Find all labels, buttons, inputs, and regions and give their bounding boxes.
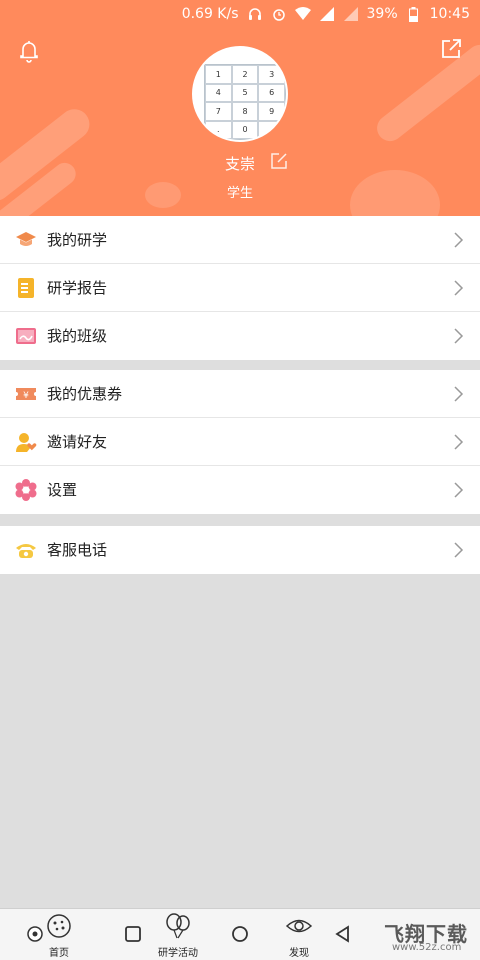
tab-study-activities[interactable]: 研学活动 [158,913,198,959]
headphones-icon [247,7,263,21]
menu-item-label: 邀请好友 [47,433,108,451]
tab-label: 发现 [289,948,309,959]
home-cookie-icon [46,913,72,943]
battery-icon [406,6,422,22]
class-icon [15,325,37,347]
signal-icon [343,7,359,21]
menu-item-my-study[interactable]: 我的研学 [0,216,480,264]
menu-group: ¥ 我的优惠券 邀请好友 设置 [0,370,480,514]
alarm-icon [271,7,287,21]
menu-item-invite-friends[interactable]: 邀请好友 [0,418,480,466]
share-icon[interactable] [438,36,464,62]
network-speed: 0.69 K/s [181,6,239,22]
edit-icon[interactable] [270,152,288,170]
menu-item-study-report[interactable]: 研学报告 [0,264,480,312]
clock: 10:45 [429,6,470,22]
menu-item-my-coupons[interactable]: ¥ 我的优惠券 [0,370,480,418]
assist-dot-icon[interactable] [26,925,44,943]
keypad-key: 3 [258,65,285,84]
keypad-key: 6 [258,83,285,102]
menu-item-label: 客服电话 [47,541,108,559]
user-role: 学生 [226,186,253,201]
avatar[interactable]: 1 2 3 4 5 6 7 8 9 . 0 [192,46,288,142]
menu-item-label: 我的研学 [47,231,108,249]
menu-item-my-class[interactable]: 我的班级 [0,312,480,360]
menu-item-label: 我的班级 [47,327,108,345]
status-bar: 0.69 K/s 39% 10:45 [0,0,480,28]
menu-item-label: 研学报告 [47,279,108,297]
keypad-key: 0 [231,120,259,139]
settings-flower-icon [15,479,37,501]
keypad-key: 9 [258,102,285,121]
menu-group: 客服电话 [0,526,480,574]
graduation-cap-icon [15,229,37,251]
bell-icon[interactable] [16,38,42,64]
report-icon [15,277,37,299]
invite-friend-icon [15,431,37,453]
recents-square-icon[interactable] [124,925,142,943]
back-triangle-icon[interactable] [334,925,352,943]
username: 支崇 [224,154,255,173]
battery-percent: 39% [366,6,398,22]
menu-item-customer-service[interactable]: 客服电话 [0,526,480,574]
watermark-url: www.52z.com [392,942,462,953]
menu-item-label: 我的优惠券 [47,385,123,403]
username-row: 支崇 [0,152,480,174]
chevron-right-icon [452,482,464,498]
keypad-key [258,120,285,139]
chevron-right-icon [452,542,464,558]
wifi-icon [294,7,311,21]
keypad-key: 7 [205,102,232,121]
chevron-right-icon [452,328,464,344]
tab-home[interactable]: 首页 [46,913,72,959]
phone-icon [15,539,37,561]
svg-text:¥: ¥ [23,391,29,401]
tab-label: 首页 [49,948,69,959]
avatar-keypad-image: 1 2 3 4 5 6 7 8 9 . 0 [204,64,286,140]
chevron-right-icon [452,386,464,402]
profile-header: 0.69 K/s 39% 10:45 1 2 3 4 5 6 7 8 9 . 0… [0,0,480,216]
eye-icon [285,913,313,943]
chevron-right-icon [452,280,464,296]
tab-label: 研学活动 [158,948,198,959]
chevron-right-icon [452,434,464,450]
menu-item-label: 设置 [47,481,78,499]
coupon-icon: ¥ [15,383,37,405]
keypad-key: . [205,120,232,139]
keypad-key: 4 [205,83,232,102]
home-circle-icon[interactable] [231,925,249,943]
signal-icon [319,7,335,21]
balloon-icon [163,913,193,943]
keypad-key: 1 [205,65,232,84]
chevron-right-icon [452,232,464,248]
tab-discover[interactable]: 发现 [285,913,313,959]
menu-group: 我的研学 研学报告 我的班级 [0,216,480,360]
menu-item-settings[interactable]: 设置 [0,466,480,514]
keypad-key: 2 [231,65,259,84]
keypad-key: 8 [231,102,259,121]
keypad-key: 5 [231,83,259,102]
